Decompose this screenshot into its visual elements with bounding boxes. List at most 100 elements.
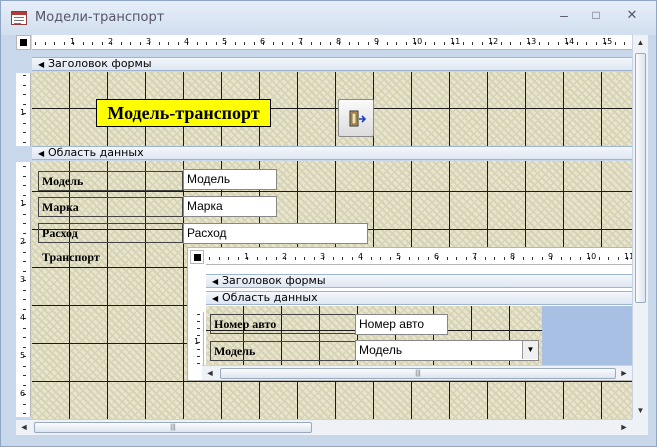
ruler-tick [238, 257, 239, 260]
plate-number-field[interactable]: Номер авто [355, 314, 448, 335]
title-bar[interactable]: Модели-транспорт ‒ □ ✕ [1, 1, 656, 35]
consumption-field[interactable]: Расход [183, 223, 368, 244]
ruler-number: 13 [526, 37, 537, 46]
subform-selector[interactable] [190, 250, 204, 264]
ruler-tick [197, 363, 200, 364]
vertical-ruler-header[interactable]: 1 [16, 73, 31, 146]
ruler-tick [463, 42, 464, 45]
transport-subform-label[interactable]: Транспорт [38, 247, 183, 267]
ruler-tick [371, 257, 372, 260]
ruler-tick [485, 257, 486, 260]
ruler-number: 7 [472, 252, 478, 261]
ruler-tick [216, 42, 217, 45]
ruler-tick [615, 42, 616, 45]
subform-horizontal-ruler[interactable]: 1 2 3 4 5 6 7 8 9 10 11 [206, 250, 632, 265]
plate-number-label[interactable]: Номер авто [210, 314, 356, 334]
ruler-tick [23, 309, 26, 310]
scroll-left-icon[interactable]: ◄ [16, 420, 32, 435]
ruler-tick [235, 42, 236, 45]
model-field[interactable]: Модель [183, 169, 277, 190]
subform-model-label[interactable]: Модель [210, 341, 356, 361]
ruler-tick [539, 42, 540, 45]
ruler-tick [520, 42, 521, 45]
consumption-label[interactable]: Расход [38, 223, 183, 243]
subform-horizontal-scrollbar[interactable]: ◄ ||| ► [202, 365, 632, 380]
ruler-tick [23, 142, 26, 143]
ruler-tick [23, 404, 26, 405]
ruler-tick [23, 214, 26, 215]
scroll-up-icon[interactable]: ▲ [633, 35, 648, 51]
ruler-tick [472, 42, 473, 45]
close-button[interactable]: ✕ [618, 5, 646, 25]
scroll-right-icon[interactable]: ► [616, 366, 632, 380]
exit-command-button[interactable] [338, 99, 374, 137]
ruler-tick [83, 42, 84, 45]
ruler-tick [140, 42, 141, 45]
ruler-tick [23, 261, 26, 262]
ruler-number: 6 [20, 389, 26, 398]
detail-section-bar[interactable]: ◀ Область данных [32, 146, 632, 160]
maximize-button[interactable]: □ [582, 5, 610, 25]
ruler-tick [23, 233, 26, 234]
vertical-scroll-thumb[interactable] [635, 53, 646, 303]
subform-detail-bar[interactable]: ◀ Область данных [206, 291, 632, 305]
model-label[interactable]: Модель [38, 171, 183, 191]
scrollbar-corner [632, 419, 648, 435]
horizontal-scrollbar[interactable]: ◄ ||| ► [16, 419, 632, 435]
subform-detail-label: Область данных [222, 291, 318, 304]
subform-scroll-thumb[interactable]: ||| [220, 368, 616, 379]
form-header-bar[interactable]: ◀ Заголовок формы [32, 57, 632, 71]
ruler-tick [282, 42, 283, 45]
subform-model-combo[interactable]: Модель ▼ [355, 340, 539, 361]
horizontal-scroll-thumb[interactable]: ||| [34, 422, 312, 433]
brand-label[interactable]: Марка [38, 197, 183, 217]
ruler-tick [23, 185, 26, 186]
ruler-tick [197, 42, 198, 45]
ruler-tick [380, 257, 381, 260]
subform-header-label: Заголовок формы [222, 274, 326, 287]
ruler-tick [352, 257, 353, 260]
ruler-number: 12 [488, 37, 499, 46]
ruler-tick [23, 166, 26, 167]
ruler-tick [257, 257, 258, 260]
brand-field[interactable]: Марка [183, 196, 277, 217]
ruler-number: 1 [70, 37, 76, 46]
section-arrow-icon: ◀ [38, 60, 45, 69]
ruler-tick [342, 257, 343, 260]
ruler-tick [596, 42, 597, 45]
ruler-tick [504, 257, 505, 260]
ruler-tick [23, 413, 26, 414]
transport-subform[interactable]: 1 2 3 4 5 6 7 8 9 10 11 1 ◀Заголовок формы ◀Област… [187, 247, 633, 381]
subform-vertical-ruler[interactable]: 1 [190, 312, 204, 368]
ruler-tick [295, 257, 296, 260]
ruler-tick [54, 42, 55, 45]
ruler-number: 1 [194, 337, 200, 346]
section-selector-detail[interactable] [16, 146, 31, 162]
dropdown-arrow-icon[interactable]: ▼ [522, 341, 538, 359]
subform-header-bar[interactable]: ◀ Заголовок формы [206, 274, 632, 288]
ruler-tick [396, 42, 397, 45]
ruler-tick [121, 42, 122, 45]
scroll-right-icon[interactable]: ► [616, 420, 632, 435]
ruler-tick [219, 257, 220, 260]
form-title-label[interactable]: Модель-транспорт [96, 99, 271, 127]
ruler-number: 5 [20, 351, 26, 360]
vertical-ruler-detail[interactable]: 1 2 3 4 5 6 [16, 162, 31, 417]
ruler-tick [624, 42, 625, 45]
ruler-number: 11 [450, 37, 461, 46]
ruler-number: 3 [320, 252, 326, 261]
scroll-left-icon[interactable]: ◄ [202, 366, 218, 380]
ruler-tick [444, 42, 445, 45]
scroll-down-icon[interactable]: ▼ [633, 403, 648, 419]
ruler-tick [244, 42, 245, 45]
minimize-button[interactable]: ‒ [550, 5, 578, 25]
vertical-scrollbar[interactable]: ▲ ▼ [632, 35, 648, 419]
window-title: Модели-транспорт [35, 10, 165, 25]
form-selector[interactable] [16, 35, 31, 50]
ruler-tick [23, 195, 26, 196]
access-form-design-window: Модели-транспорт ‒ □ ✕ 1 2 3 4 5 6 7 8 9 10 11 12 13… [0, 0, 657, 447]
ruler-tick [447, 257, 448, 260]
section-selector-header[interactable] [16, 57, 31, 73]
ruler-tick [542, 257, 543, 260]
horizontal-ruler[interactable]: 1 2 3 4 5 6 7 8 9 10 11 12 13 14 15 [32, 35, 632, 50]
